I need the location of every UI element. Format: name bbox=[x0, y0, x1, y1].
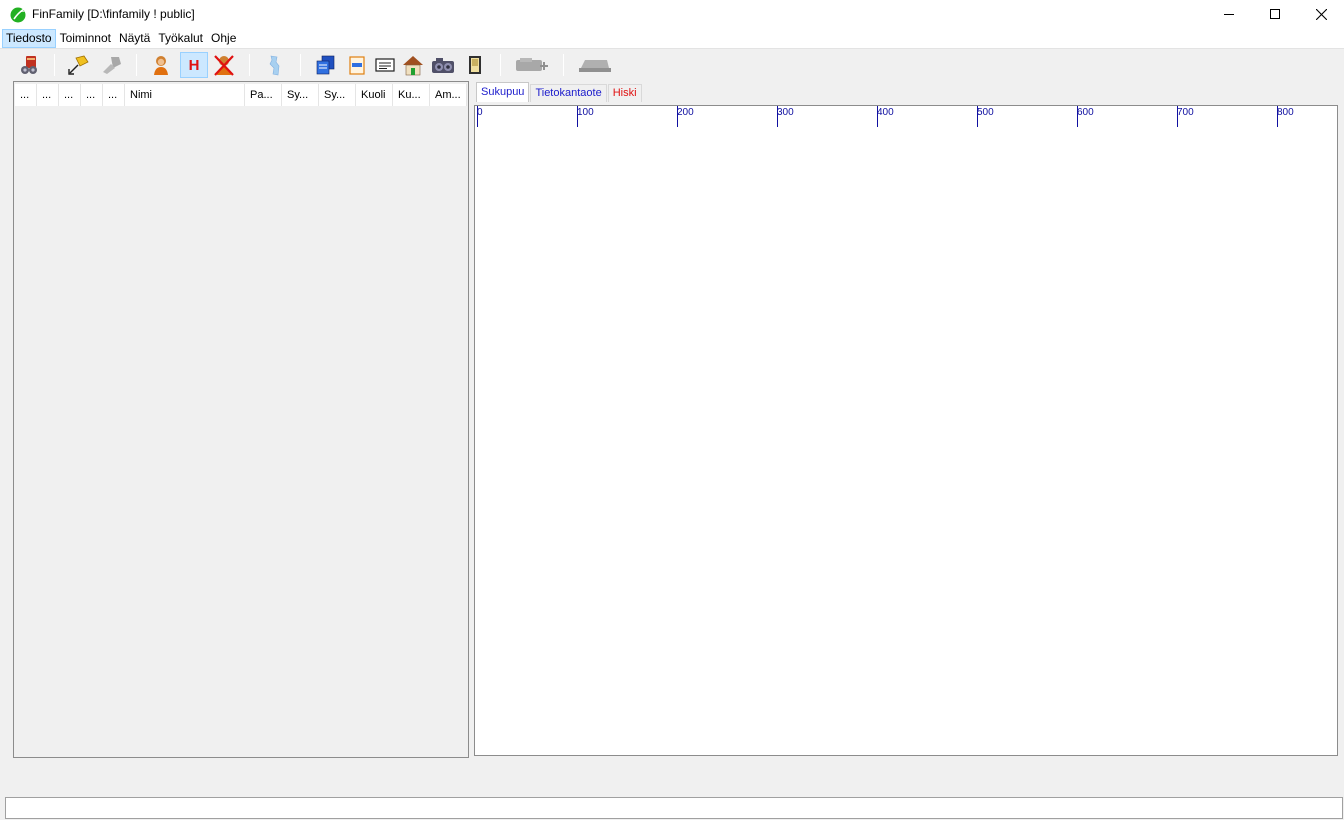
disabled-add-button[interactable] bbox=[514, 52, 550, 78]
card-button[interactable] bbox=[371, 52, 399, 78]
camera-icon bbox=[432, 58, 454, 73]
disabled-add-icon bbox=[516, 58, 548, 71]
menu-toiminnot[interactable]: Toiminnot bbox=[56, 29, 115, 48]
column-header[interactable]: Sy... bbox=[319, 84, 356, 106]
import-button[interactable] bbox=[64, 52, 92, 78]
ruler-tick-label: 300 bbox=[777, 107, 794, 118]
column-header[interactable]: ... bbox=[81, 84, 103, 106]
minimize-button[interactable] bbox=[1206, 0, 1252, 28]
toolbar-separator bbox=[563, 54, 564, 76]
camera-button[interactable] bbox=[429, 52, 457, 78]
toolbar-separator bbox=[300, 54, 301, 76]
ruler-tick-label: 600 bbox=[1077, 107, 1094, 118]
h-button[interactable]: H bbox=[180, 52, 208, 78]
map-icon bbox=[269, 55, 280, 76]
ruler-tick-label: 0 bbox=[477, 107, 483, 118]
copy-icon bbox=[316, 55, 335, 75]
document-icon bbox=[349, 56, 365, 75]
finfamily-leaf-icon: 12 bbox=[10, 7, 29, 23]
disabled-tool-button[interactable] bbox=[97, 52, 125, 78]
house-icon bbox=[403, 56, 423, 76]
ruler-tick-label: 500 bbox=[977, 107, 994, 118]
column-header-nimi[interactable]: Nimi bbox=[125, 84, 245, 106]
toolbar: H bbox=[0, 48, 1344, 80]
house-button[interactable] bbox=[399, 52, 427, 78]
list-header: ... ... ... ... ... Nimi Pa... Sy... Sy.… bbox=[15, 84, 467, 106]
delete-person-button[interactable] bbox=[210, 52, 238, 78]
card-icon bbox=[375, 58, 395, 72]
toolbar-separator bbox=[136, 54, 137, 76]
status-bar bbox=[5, 797, 1343, 819]
column-header[interactable]: Pa... bbox=[245, 84, 282, 106]
toolbar-separator bbox=[54, 54, 55, 76]
menu-nayta[interactable]: Näytä bbox=[115, 29, 154, 48]
person-icon bbox=[154, 56, 168, 75]
ruler-tick-label: 800 bbox=[1277, 107, 1294, 118]
view-tabs: Sukupuu Tietokantaote Hiski bbox=[476, 82, 643, 103]
menu-bar: Tiedosto Toiminnot Näytä Työkalut Ohje bbox=[0, 28, 1344, 48]
document-button[interactable] bbox=[343, 52, 371, 78]
column-header[interactable]: ... bbox=[37, 84, 59, 106]
door-icon bbox=[469, 56, 481, 74]
toolbar-separator bbox=[249, 54, 250, 76]
column-header[interactable]: Am... bbox=[430, 84, 467, 106]
column-header[interactable]: Ku... bbox=[393, 84, 430, 106]
person-list-panel[interactable]: ... ... ... ... ... Nimi Pa... Sy... Sy.… bbox=[13, 81, 469, 758]
menu-ohje[interactable]: Ohje bbox=[207, 29, 240, 48]
ruler-tick-label: 200 bbox=[677, 107, 694, 118]
copy-button[interactable] bbox=[312, 52, 340, 78]
open-database-button[interactable] bbox=[16, 52, 44, 78]
menu-tyokalut[interactable]: Työkalut bbox=[154, 29, 207, 48]
view-panel: Sukupuu Tietokantaote Hiski 0 100 200 300 40… bbox=[472, 81, 1343, 759]
maximize-icon bbox=[1270, 9, 1280, 19]
door-button[interactable] bbox=[461, 52, 489, 78]
ruler-tick-label: 700 bbox=[1177, 107, 1194, 118]
tab-hiski[interactable]: Hiski bbox=[607, 84, 642, 102]
title-bar: 12 FinFamily [D:\finfamily ! public] bbox=[0, 0, 1344, 28]
window-title: FinFamily [D:\finfamily ! public] bbox=[32, 7, 195, 21]
column-header[interactable]: Sy... bbox=[282, 84, 319, 106]
column-header-kuoli[interactable]: Kuoli bbox=[356, 84, 393, 106]
column-header[interactable]: ... bbox=[15, 84, 37, 106]
maximize-button[interactable] bbox=[1252, 0, 1298, 28]
tab-tietokantaote[interactable]: Tietokantaote bbox=[530, 84, 607, 102]
pin-import-icon bbox=[68, 55, 89, 75]
person-button[interactable] bbox=[147, 52, 175, 78]
svg-text:12: 12 bbox=[21, 7, 29, 14]
column-header[interactable]: ... bbox=[103, 84, 125, 106]
open-database-icon bbox=[21, 56, 37, 74]
menu-tiedosto[interactable]: Tiedosto bbox=[2, 28, 56, 48]
ruler-tick-label: 100 bbox=[577, 107, 594, 118]
disabled-remove-button[interactable] bbox=[577, 52, 613, 78]
close-button[interactable] bbox=[1298, 0, 1344, 28]
h-icon: H bbox=[188, 56, 200, 74]
tree-canvas[interactable]: 0 100 200 300 400 500 600 700 800 bbox=[474, 105, 1338, 756]
disabled-tool-icon bbox=[103, 57, 121, 74]
map-button[interactable] bbox=[261, 52, 289, 78]
delete-person-icon bbox=[214, 55, 234, 76]
toolbar-separator bbox=[500, 54, 501, 76]
close-icon bbox=[1315, 8, 1327, 20]
ruler: 0 100 200 300 400 500 600 700 800 bbox=[475, 106, 1337, 128]
ruler-tick-label: 400 bbox=[877, 107, 894, 118]
tab-sukupuu[interactable]: Sukupuu bbox=[476, 82, 530, 102]
disabled-remove-icon bbox=[579, 60, 611, 72]
minimize-icon bbox=[1224, 14, 1234, 15]
column-header[interactable]: ... bbox=[59, 84, 81, 106]
